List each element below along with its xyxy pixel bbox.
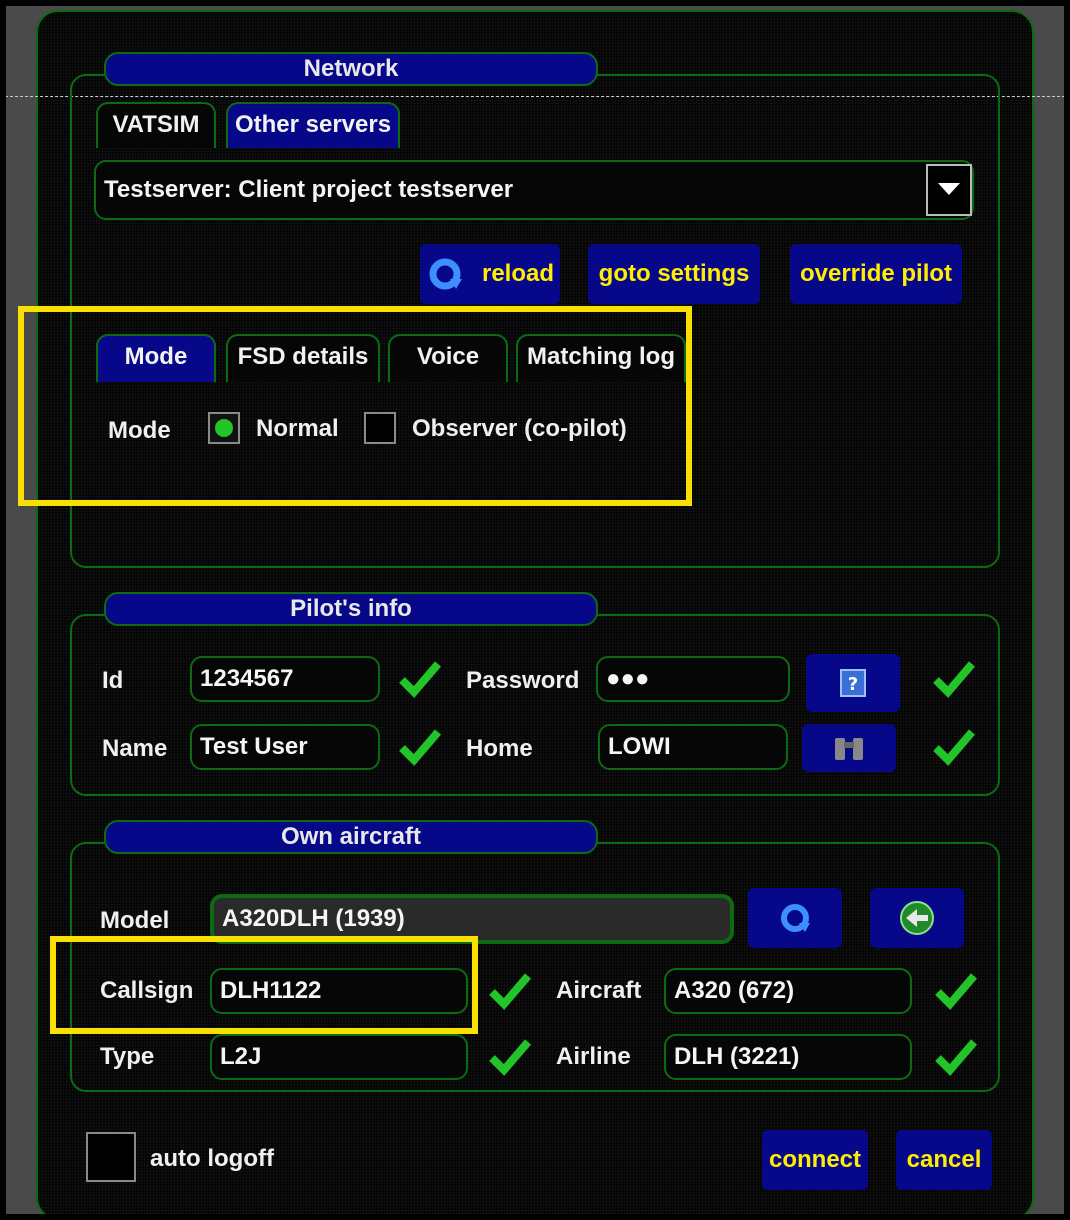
home-field[interactable]: LOWI (598, 724, 788, 770)
password-label: Password (466, 667, 580, 694)
binoculars-button[interactable] (802, 724, 896, 772)
model-label: Model (100, 907, 170, 934)
refresh-icon (781, 904, 810, 932)
name-field[interactable]: Test User (190, 724, 380, 770)
aircraft-check-icon (935, 973, 978, 1010)
server-select-value: Testserver: Client project testserver (104, 176, 514, 203)
aircraft-label: Aircraft (556, 977, 642, 1004)
type-check-icon (489, 1039, 532, 1076)
callsign-check-icon (489, 973, 532, 1010)
airline-field[interactable]: DLH (3221) (664, 1034, 912, 1080)
help-icon: ? (840, 669, 866, 697)
home-label: Home (466, 735, 533, 762)
auto-logoff-label: auto logoff (150, 1145, 274, 1172)
override-pilot-button[interactable]: override pilot (790, 244, 962, 304)
name-label: Name (102, 735, 168, 762)
back-icon (900, 901, 934, 935)
password-field[interactable]: ●●● (596, 656, 790, 702)
binoculars-icon (835, 738, 863, 760)
auto-logoff-checkbox[interactable] (86, 1132, 136, 1182)
pilot-title: Pilot's info (104, 592, 598, 626)
help-button[interactable]: ? (806, 654, 900, 712)
password-check-icon (933, 661, 976, 698)
reload-button[interactable]: reload (420, 244, 560, 304)
aircraft-title: Own aircraft (104, 820, 598, 854)
type-field[interactable]: L2J (210, 1034, 468, 1080)
reload-icon (429, 258, 462, 290)
reload-label: reload (481, 260, 555, 287)
highlight-callsign-box (50, 936, 478, 1034)
tab-other-servers[interactable]: Other servers (226, 102, 400, 148)
server-select[interactable]: Testserver: Client project testserver (94, 160, 974, 220)
svg-text:?: ? (848, 674, 858, 695)
airline-label: Airline (556, 1043, 631, 1070)
network-title: Network (104, 52, 598, 86)
airline-check-icon (935, 1039, 978, 1076)
dropdown-arrow-icon[interactable] (926, 164, 972, 216)
id-label: Id (102, 667, 124, 694)
home-check-icon (933, 729, 976, 766)
model-reload-button[interactable] (748, 888, 842, 948)
id-check-icon (399, 661, 442, 698)
model-back-button[interactable] (870, 888, 964, 948)
aircraft-field[interactable]: A320 (672) (664, 968, 912, 1014)
name-check-icon (399, 729, 442, 766)
goto-settings-button[interactable]: goto settings (588, 244, 760, 304)
id-field[interactable]: 1234567 (190, 656, 380, 702)
connect-button[interactable]: connect (762, 1130, 868, 1190)
highlight-mode-box (18, 306, 692, 506)
type-label: Type (100, 1043, 155, 1070)
cancel-button[interactable]: cancel (896, 1130, 992, 1190)
tab-vatsim[interactable]: VATSIM (96, 102, 216, 148)
